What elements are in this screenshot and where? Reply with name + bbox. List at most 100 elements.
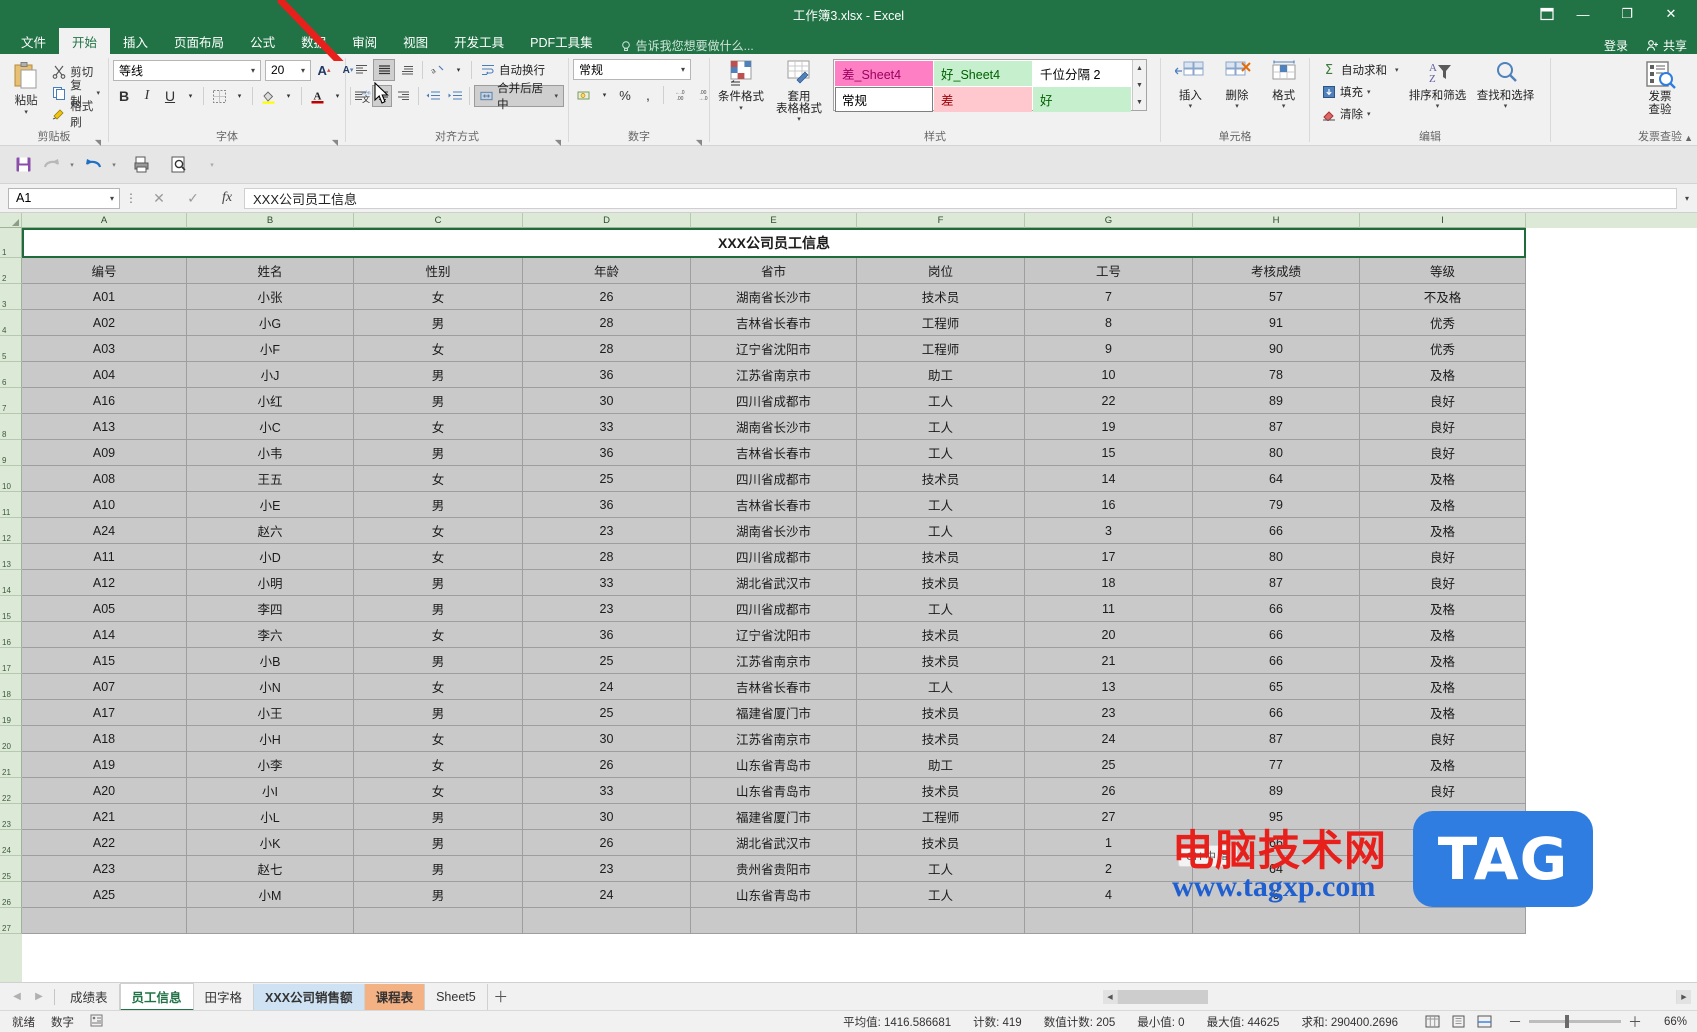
- cell-F11[interactable]: 工人: [857, 492, 1025, 518]
- cell-G23[interactable]: 27: [1025, 804, 1193, 830]
- autosum-button[interactable]: Σ 自动求和 ▾: [1318, 59, 1403, 80]
- row-header-23[interactable]: 23: [0, 804, 22, 830]
- header-cell-B[interactable]: 姓名: [187, 258, 354, 284]
- increase-decimal-button[interactable]: ←.0.00: [668, 84, 690, 106]
- cell-C14[interactable]: 男: [354, 570, 523, 596]
- cell-A17[interactable]: A15: [22, 648, 187, 674]
- delete-cells-button[interactable]: 删除 ▾: [1216, 59, 1259, 111]
- cell-D18[interactable]: 24: [523, 674, 691, 700]
- cell-E16[interactable]: 辽宁省沈阳市: [691, 622, 857, 648]
- style-item-3[interactable]: 常规: [835, 87, 933, 112]
- align-right-button[interactable]: [393, 85, 414, 107]
- cell-H22[interactable]: 89: [1193, 778, 1360, 804]
- orientation-button[interactable]: a: [427, 59, 449, 81]
- cell-F25[interactable]: 工人: [857, 856, 1025, 882]
- cell-C5[interactable]: 女: [354, 336, 523, 362]
- cell-D8[interactable]: 33: [523, 414, 691, 440]
- decrease-indent-button[interactable]: [423, 85, 444, 107]
- cell-D16[interactable]: 36: [523, 622, 691, 648]
- percent-style-button[interactable]: %: [614, 84, 636, 106]
- cell-G25[interactable]: 2: [1025, 856, 1193, 882]
- enter-formula-icon[interactable]: ✓: [176, 187, 210, 209]
- expand-formula-bar-icon[interactable]: ▾: [1677, 194, 1697, 203]
- cell-partial-F[interactable]: [857, 908, 1025, 934]
- add-sheet-button[interactable]: ＋: [488, 984, 514, 1010]
- increase-font-size-button[interactable]: A ▴: [313, 59, 335, 81]
- cell-F13[interactable]: 技术员: [857, 544, 1025, 570]
- cell-B12[interactable]: 赵六: [187, 518, 354, 544]
- row-header-12[interactable]: 12: [0, 518, 22, 544]
- cell-I9[interactable]: 良好: [1360, 440, 1526, 466]
- cell-C17[interactable]: 男: [354, 648, 523, 674]
- clear-button[interactable]: 清除 ▾: [1318, 103, 1403, 124]
- cell-B7[interactable]: 小红: [187, 388, 354, 414]
- cell-A21[interactable]: A19: [22, 752, 187, 778]
- cell-D20[interactable]: 30: [523, 726, 691, 752]
- header-cell-D[interactable]: 年龄: [523, 258, 691, 284]
- ribbon-tab-file[interactable]: 文件: [8, 28, 59, 54]
- cell-partial-G[interactable]: [1025, 908, 1193, 934]
- ribbon-tab-formulas[interactable]: 公式: [237, 28, 288, 54]
- cell-E10[interactable]: 四川省成都市: [691, 466, 857, 492]
- next-sheet-icon[interactable]: ▶: [28, 986, 50, 1008]
- currency-button[interactable]: [573, 84, 595, 106]
- row-header-8[interactable]: 8: [0, 414, 22, 440]
- cell-B8[interactable]: 小C: [187, 414, 354, 440]
- cell-G4[interactable]: 8: [1025, 310, 1193, 336]
- cell-B16[interactable]: 李六: [187, 622, 354, 648]
- cell-B5[interactable]: 小F: [187, 336, 354, 362]
- cell-E13[interactable]: 四川省成都市: [691, 544, 857, 570]
- zoom-out-button[interactable]: －: [1508, 1012, 1522, 1032]
- cell-E9[interactable]: 吉林省长春市: [691, 440, 857, 466]
- cell-I3[interactable]: 不及格: [1360, 284, 1526, 310]
- cell-D14[interactable]: 33: [523, 570, 691, 596]
- ribbon-tab-pdf-tools[interactable]: PDF工具集: [517, 28, 606, 54]
- cell-H3[interactable]: 57: [1193, 284, 1360, 310]
- cell-B6[interactable]: 小J: [187, 362, 354, 388]
- header-cell-A[interactable]: 编号: [22, 258, 187, 284]
- cell-C15[interactable]: 男: [354, 596, 523, 622]
- insert-function-icon[interactable]: fx: [210, 187, 244, 209]
- sheet-tab-yuangongxinxi[interactable]: 员工信息: [119, 982, 194, 1011]
- header-cell-E[interactable]: 省市: [691, 258, 857, 284]
- cell-A13[interactable]: A11: [22, 544, 187, 570]
- font-color-dropdown-icon[interactable]: ▾: [329, 85, 346, 107]
- header-cell-F[interactable]: 岗位: [857, 258, 1025, 284]
- cell-I13[interactable]: 良好: [1360, 544, 1526, 570]
- format-as-table-button[interactable]: 套用 表格格式 ▾: [768, 59, 830, 124]
- cell-D22[interactable]: 33: [523, 778, 691, 804]
- cell-D24[interactable]: 26: [523, 830, 691, 856]
- cell-D21[interactable]: 26: [523, 752, 691, 778]
- accessibility-icon[interactable]: [90, 1014, 103, 1030]
- cell-C6[interactable]: 男: [354, 362, 523, 388]
- align-bottom-button[interactable]: [396, 59, 418, 81]
- insert-cells-button[interactable]: 插入 ▾: [1169, 59, 1212, 111]
- cell-B4[interactable]: 小G: [187, 310, 354, 336]
- cell-F10[interactable]: 技术员: [857, 466, 1025, 492]
- cell-I5[interactable]: 优秀: [1360, 336, 1526, 362]
- currency-dropdown-icon[interactable]: ▾: [596, 84, 613, 106]
- cell-partial-A[interactable]: [22, 908, 187, 934]
- cell-E5[interactable]: 辽宁省沈阳市: [691, 336, 857, 362]
- row-header-20[interactable]: 20: [0, 726, 22, 752]
- cell-F7[interactable]: 工人: [857, 388, 1025, 414]
- cell-A8[interactable]: A13: [22, 414, 187, 440]
- paste-button[interactable]: 粘贴 ▾: [4, 59, 48, 116]
- cell-C3[interactable]: 女: [354, 284, 523, 310]
- gallery-scroll-down-icon[interactable]: ▼: [1133, 77, 1146, 93]
- merge-center-button[interactable]: 合并后居中 ▾: [474, 83, 564, 111]
- row-header-7[interactable]: 7: [0, 388, 22, 414]
- row-header-21[interactable]: 21: [0, 752, 22, 778]
- cell-I12[interactable]: 及格: [1360, 518, 1526, 544]
- column-header-G[interactable]: G: [1025, 213, 1193, 228]
- cell-E19[interactable]: 福建省厦门市: [691, 700, 857, 726]
- cell-A6[interactable]: A04: [22, 362, 187, 388]
- cell-B10[interactable]: 王五: [187, 466, 354, 492]
- cell-F4[interactable]: 工程师: [857, 310, 1025, 336]
- cell-G16[interactable]: 20: [1025, 622, 1193, 648]
- cell-B17[interactable]: 小B: [187, 648, 354, 674]
- cell-G7[interactable]: 22: [1025, 388, 1193, 414]
- cell-A15[interactable]: A05: [22, 596, 187, 622]
- row-header-19[interactable]: 19: [0, 700, 22, 726]
- cell-G17[interactable]: 21: [1025, 648, 1193, 674]
